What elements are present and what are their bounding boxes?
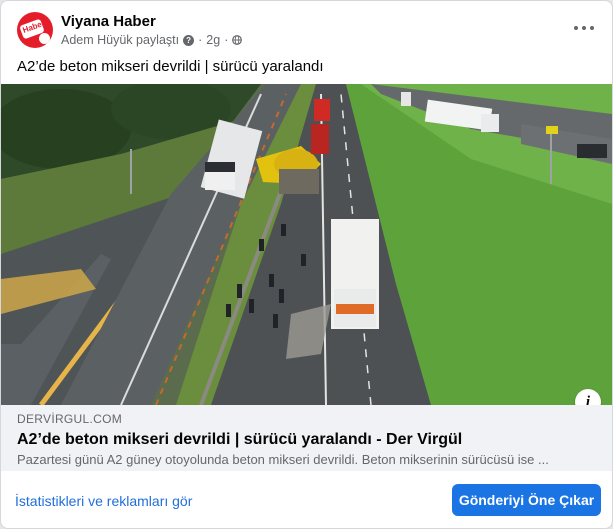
link-description: Pazartesi günü A2 güney otoyolunda beton…	[17, 452, 549, 467]
post-text: A2’de beton mikseri devrildi | sürücü ya…	[17, 58, 324, 75]
globe-icon[interactable]	[232, 35, 243, 45]
highway-accident-photo	[1, 84, 612, 405]
link-domain: DERVİRGUL.COM	[17, 412, 123, 426]
more-options-button[interactable]	[572, 21, 596, 35]
meta-separator: ·	[224, 33, 229, 47]
shared-by-text[interactable]: Adem Hüyük paylaştı	[61, 33, 179, 47]
boost-post-button[interactable]: Gönderiyi Öne Çıkar	[452, 484, 601, 516]
post-image[interactable]	[1, 84, 612, 405]
page-name-link[interactable]: Viyana Haber	[61, 13, 156, 30]
link-preview[interactable]: DERVİRGUL.COM A2’de beton mikseri devril…	[1, 405, 612, 471]
post-card: Haber Viyana Haber Adem Hüyük paylaştı ?…	[0, 0, 613, 529]
avatar-logo-dot	[39, 33, 50, 44]
post-header: Haber Viyana Haber Adem Hüyük paylaştı ?…	[1, 1, 612, 53]
link-title[interactable]: A2’de beton mikseri devrildi | sürücü ya…	[17, 431, 462, 449]
meta-separator: ·	[198, 33, 203, 47]
page-avatar[interactable]: Haber	[17, 12, 53, 48]
post-time[interactable]: 2g	[206, 33, 220, 47]
view-insights-link[interactable]: İstatistikleri ve reklamları gör	[15, 493, 192, 509]
question-icon[interactable]: ?	[183, 34, 195, 46]
post-meta: Adem Hüyük paylaştı ? · 2g ·	[61, 33, 243, 47]
